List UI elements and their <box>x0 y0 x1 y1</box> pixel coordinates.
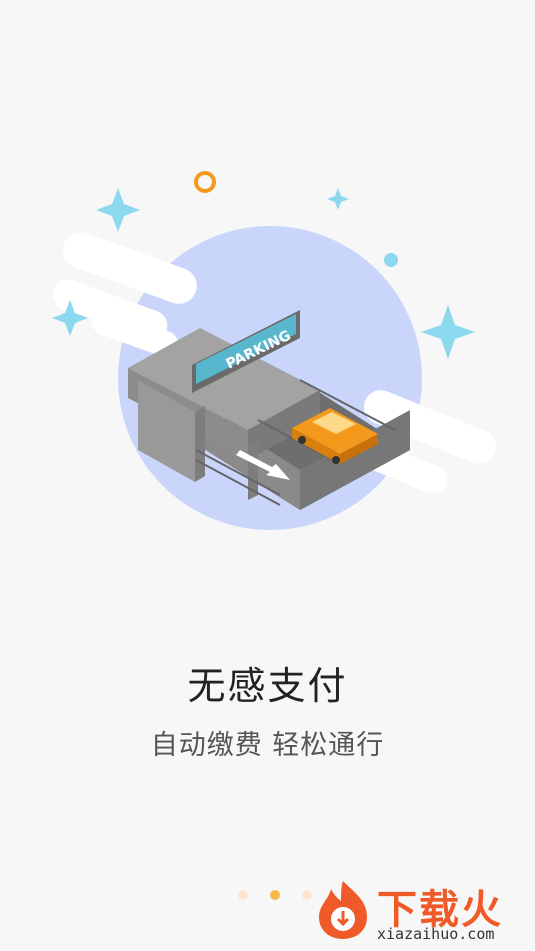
flame-logo-icon <box>319 881 367 939</box>
pager-dots <box>238 890 312 900</box>
ring-icon <box>194 171 216 193</box>
watermark-url: xiazaihuo.com <box>377 925 495 943</box>
watermark: 下载火 xiazaihuo.com <box>311 877 529 945</box>
page-subtitle: 自动缴费 轻松通行 <box>150 730 385 761</box>
page-title: 无感支付 <box>187 664 348 708</box>
parking-illustration: PARKING <box>52 171 497 530</box>
pager-dot-active[interactable] <box>270 890 280 900</box>
pager-dot[interactable] <box>238 890 248 900</box>
